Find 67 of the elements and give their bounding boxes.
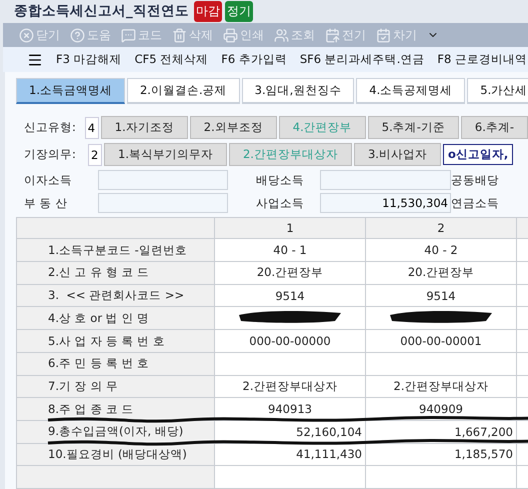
row-label: 5.사 업 자 등 록 번 호 <box>47 334 166 349</box>
option-button[interactable]: 2.외부조정 <box>190 116 277 140</box>
code-field[interactable]: 2 <box>88 144 102 166</box>
table-cell: 41,111,430 <box>214 443 366 466</box>
table-cell: 2.간편장부대상자 <box>214 375 366 398</box>
row-label: 3. << 관련회사코드 >> <box>47 288 186 304</box>
row-label: 8.주 업 종 코 드 <box>47 402 135 417</box>
close-icon <box>19 28 34 43</box>
tab[interactable]: 2.이월결손.공제 <box>126 78 240 104</box>
code-field[interactable]: 4 <box>84 116 99 139</box>
field-label: 이자소득 <box>24 172 73 188</box>
row-label: 2.신 고 유 형 코 드 <box>47 265 150 280</box>
table-cell: 000-00-00001 <box>366 330 516 352</box>
table-cell: 2.간편장부대상자 <box>366 375 516 398</box>
window-title: 종합소득세신고서_직전연도 <box>14 2 189 20</box>
field-label: 신고유형: <box>24 120 77 136</box>
calendar-icon <box>325 28 340 43</box>
trash-icon <box>172 28 187 43</box>
speech-bubble-icon <box>121 28 136 43</box>
function-key-button[interactable]: F8 근로경비내역 <box>437 52 527 68</box>
field-label: 연금소득 <box>451 196 500 211</box>
status-badge: 마감 <box>194 0 222 22</box>
table-cell: 40 - 2 <box>366 238 516 262</box>
amount-field[interactable] <box>320 170 451 190</box>
function-key-button[interactable]: F6 추가입력 <box>221 52 287 68</box>
option-button[interactable]: 1.자기조정 <box>100 116 188 140</box>
table-cell: 20.간편장부 <box>366 262 516 284</box>
status-badge: 정기 <box>224 0 253 22</box>
option-button[interactable]: 5.추계-기준 <box>368 116 459 140</box>
field-label: 배당소득 <box>255 172 305 188</box>
tab[interactable]: 1.소득금액명세 <box>16 78 125 104</box>
row-label: 4.상 호 or 법 인 명 <box>47 310 150 326</box>
table-cell: 40 - 1 <box>214 238 366 262</box>
tab[interactable]: 4.소득공제명세 <box>356 78 466 104</box>
tab[interactable]: 3.임대,원천징수 <box>242 78 354 104</box>
table-cell: 9514 <box>366 284 516 307</box>
field-label: 기장의무: <box>24 147 77 162</box>
table-cell: 20.간편장부 <box>214 262 366 284</box>
amount-field[interactable] <box>98 170 228 190</box>
menu-icon[interactable] <box>27 52 43 68</box>
option-button[interactable]: 6.추계- <box>460 116 528 140</box>
column-header: 2 <box>366 218 516 239</box>
printer-icon <box>223 28 238 43</box>
row-label: 1.소득구분코드 -일련번호 <box>47 242 188 258</box>
function-key-button[interactable]: CF5 전체삭제 <box>134 52 208 68</box>
amount-field[interactable] <box>98 193 228 214</box>
people-icon <box>274 28 289 43</box>
function-key-button[interactable]: F3 마감해제 <box>56 52 122 68</box>
tab[interactable]: 5.가산세 <box>467 78 528 104</box>
field-label: 공동배당 <box>451 172 500 188</box>
row-label: 9.총수입금액(이자, 배당) <box>47 424 184 440</box>
table-cell: 1,185,570 <box>366 443 516 466</box>
column-header: 1 <box>214 218 366 239</box>
field-label: 사업소득 <box>255 196 305 211</box>
row-label: 7.기 장 의 무 <box>47 378 119 394</box>
row-label: 6.주 민 등 록 번 호 <box>47 356 150 372</box>
row-label: 10.필요경비 (배당대상액) <box>47 446 188 462</box>
amount-field[interactable]: 11,530,304 <box>320 193 451 214</box>
option-button[interactable]: 3.비사업자 <box>354 143 441 166</box>
info-label: o신고일자, <box>442 144 514 166</box>
field-label: 부 동 산 <box>24 196 68 211</box>
option-button[interactable]: 1.복식부기의무자 <box>104 143 227 166</box>
function-key-button[interactable]: SF6 분리과세주택.연금 <box>300 52 424 68</box>
table-cell: 9514 <box>214 284 366 307</box>
table-cell: 000-00-00000 <box>214 330 366 352</box>
calendar-icon <box>376 28 391 43</box>
help-icon <box>70 28 85 43</box>
